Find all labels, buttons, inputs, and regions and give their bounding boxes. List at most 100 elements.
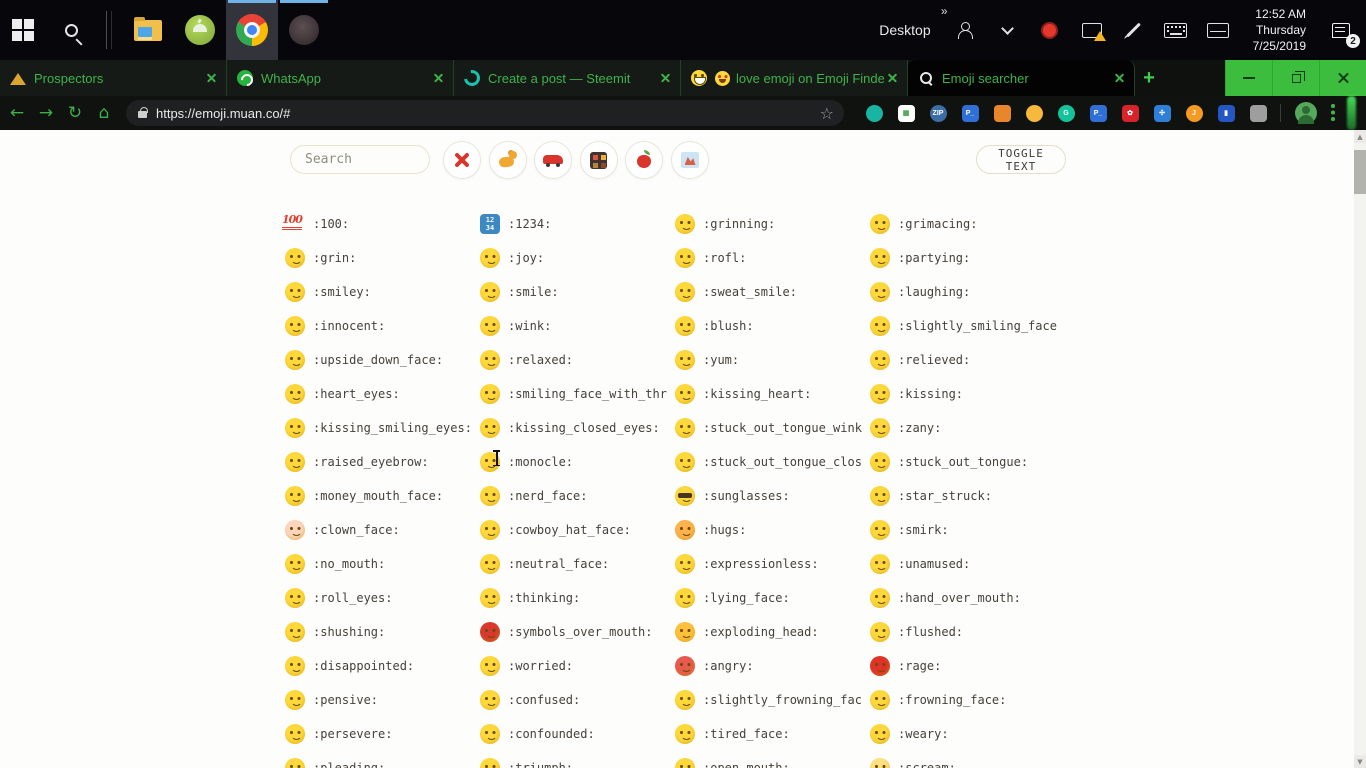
emoji-item-grinning[interactable]: :grinning: (675, 207, 870, 241)
emoji-item-clown-face[interactable]: :clown_face: (285, 513, 480, 547)
shield-ext-icon[interactable] (1249, 104, 1267, 122)
new-tab-button[interactable]: + (1135, 60, 1163, 96)
tab-close-icon[interactable] (1115, 74, 1124, 83)
scrollbar-thumb[interactable] (1354, 150, 1366, 194)
postman2-ext-icon[interactable]: P_ (1089, 104, 1107, 122)
taskbar-search-button[interactable] (46, 0, 96, 60)
search-input[interactable] (290, 145, 430, 174)
map-filter[interactable] (670, 141, 709, 179)
scrollbar-track[interactable] (1354, 130, 1366, 768)
keyboard-tray-button[interactable] (1155, 0, 1197, 60)
chrome-taskbar-button[interactable] (226, 0, 278, 60)
emoji-item-stuck-out-tongue-closed-eyes[interactable]: :stuck_out_tongue_closed_eyes: (675, 445, 870, 479)
emoji-item-relaxed[interactable]: :relaxed: (480, 343, 675, 377)
lighthouse-ext-icon[interactable]: ▮ (1217, 104, 1235, 122)
emoji-item-cowboy-hat-face[interactable]: :cowboy_hat_face: (480, 513, 675, 547)
emoji-item-partying[interactable]: :partying: (870, 241, 1065, 275)
emoji-item-slightly-frowning-face[interactable]: :slightly_frowning_face: (675, 683, 870, 717)
emoji-item-kissing-smiling-eyes[interactable]: :kissing_smiling_eyes: (285, 411, 480, 445)
tab-close-icon[interactable] (888, 74, 897, 83)
emoji-item-smile[interactable]: :smile: (480, 275, 675, 309)
emoji-item-nerd-face[interactable]: :nerd_face: (480, 479, 675, 513)
hidden-icons-button[interactable] (987, 0, 1029, 60)
close-button[interactable] (1319, 60, 1366, 96)
toggle-text-button[interactable]: TOGGLE TEXT (976, 145, 1066, 174)
emoji-item-stuck-out-tongue-winking-eye[interactable]: :stuck_out_tongue_winking_eye: (675, 411, 870, 445)
tab-create-a-post-steemit[interactable]: Create a post — Steemit (454, 60, 681, 96)
emoji-item-worried[interactable]: :worried: (480, 649, 675, 683)
emoji-item-grimacing[interactable]: :grimacing: (870, 207, 1065, 241)
reload-button[interactable]: ↻ (63, 101, 87, 125)
emoji-item-confounded[interactable]: :confounded: (480, 717, 675, 751)
emoji-item-rage[interactable]: :rage: (870, 649, 1065, 683)
pinwheel-ext-icon[interactable]: ✣ (1153, 104, 1171, 122)
emoji-item-unamused[interactable]: :unamused: (870, 547, 1065, 581)
fox-ext-icon[interactable] (993, 104, 1011, 122)
touchpad-tray-button[interactable] (1197, 0, 1239, 60)
emoji-item-hugs[interactable]: :hugs: (675, 513, 870, 547)
emoji-item-smiling-face-with-three-hearts[interactable]: :smiling_face_with_three_hearts: (480, 377, 675, 411)
fruit-filter[interactable] (625, 141, 663, 179)
steemit-ext-icon[interactable] (865, 104, 883, 122)
vehicle-filter[interactable] (534, 141, 572, 179)
action-center-button[interactable]: 2 (1316, 0, 1366, 60)
file-explorer-button[interactable] (122, 0, 174, 60)
tab-love-emoji-on-emoji-finder[interactable]: love emoji on Emoji Finder (681, 60, 908, 96)
emoji-item-persevere[interactable]: :persevere: (285, 717, 480, 751)
pen-tray-button[interactable] (1113, 0, 1155, 60)
emoji-item-upside-down-face[interactable]: :upside_down_face: (285, 343, 480, 377)
emoji-item-scream[interactable]: :scream: (870, 751, 1065, 768)
restore-button[interactable] (1272, 60, 1319, 96)
minimize-button[interactable] (1225, 60, 1272, 96)
emoji-item-smiley[interactable]: :smiley: (285, 275, 480, 309)
emoji-item-weary[interactable]: :weary: (870, 717, 1065, 751)
emoji-item-laughing[interactable]: :laughing: (870, 275, 1065, 309)
record-indicator-button[interactable] (1029, 0, 1071, 60)
emoji-item-rofl[interactable]: :rofl: (675, 241, 870, 275)
forward-button[interactable]: → (34, 101, 58, 125)
media-app-button[interactable] (278, 0, 330, 60)
profile-avatar[interactable] (1295, 102, 1317, 124)
back-button[interactable]: ← (5, 101, 29, 125)
emoji-item-wink[interactable]: :wink: (480, 309, 675, 343)
tab-whatsapp[interactable]: WhatsApp (227, 60, 454, 96)
scrollbar-up-button[interactable]: ▲ (1354, 130, 1366, 143)
emoji-item-disappointed[interactable]: :disappointed: (285, 649, 480, 683)
emoji-item-roll-eyes[interactable]: :roll_eyes: (285, 581, 480, 615)
browser-menu-button[interactable] (1331, 104, 1335, 122)
bookmark-star-icon[interactable]: ☆ (820, 104, 834, 123)
emoji-item-star-struck[interactable]: :star_struck: (870, 479, 1065, 513)
emoji-item-stuck-out-tongue[interactable]: :stuck_out_tongue: (870, 445, 1065, 479)
red-flower-ext-icon[interactable]: ✿ (1121, 104, 1139, 122)
emoji-item-money-mouth-face[interactable]: :money_mouth_face: (285, 479, 480, 513)
emoji-item-joy[interactable]: :joy: (480, 241, 675, 275)
tab-close-icon[interactable] (207, 74, 216, 83)
grammarly-ext-icon[interactable]: G (1057, 104, 1075, 122)
emoji-item-sunglasses[interactable]: :sunglasses: (675, 479, 870, 513)
emoji-item-angry[interactable]: :angry: (675, 649, 870, 683)
emoji-item-expressionless[interactable]: :expressionless: (675, 547, 870, 581)
emoji-item-no-mouth[interactable]: :no_mouth: (285, 547, 480, 581)
emoji-item-raised-eyebrow[interactable]: :raised_eyebrow: (285, 445, 480, 479)
emoji-item-100[interactable]: 100:100: (282, 207, 480, 241)
postman-ext-icon[interactable]: P_ (961, 104, 979, 122)
emoji-item-symbols-over-mouth[interactable]: :symbols_over_mouth: (480, 615, 675, 649)
people-tray-button[interactable] (945, 0, 987, 60)
emoji-item-smirk[interactable]: :smirk: (870, 513, 1065, 547)
emoji-item-flushed[interactable]: :flushed: (870, 615, 1065, 649)
emoji-item-heart-eyes[interactable]: :heart_eyes: (285, 377, 480, 411)
emoji-item-neutral-face[interactable]: :neutral_face: (480, 547, 675, 581)
zip-ext-icon[interactable]: ZIP (929, 104, 947, 122)
android-studio-button[interactable] (174, 0, 226, 60)
emoji-item-relieved[interactable]: :relieved: (870, 343, 1065, 377)
emoji-item-slightly-smiling-face[interactable]: :slightly_smiling_face: (870, 309, 1065, 343)
emoji-item-1234[interactable]: 12 34:1234: (480, 207, 675, 241)
emoji-item-grin[interactable]: :grin: (285, 241, 480, 275)
swoosh-ext-icon[interactable]: J (1185, 104, 1203, 122)
emoji-item-pleading[interactable]: :pleading: (285, 751, 480, 768)
emoji-item-kissing-closed-eyes[interactable]: :kissing_closed_eyes: (480, 411, 675, 445)
emoji-item-kissing[interactable]: :kissing: (870, 377, 1065, 411)
emoji-item-thinking[interactable]: :thinking: (480, 581, 675, 615)
home-button[interactable]: ⌂ (92, 101, 116, 125)
animal-filter[interactable] (488, 141, 527, 179)
